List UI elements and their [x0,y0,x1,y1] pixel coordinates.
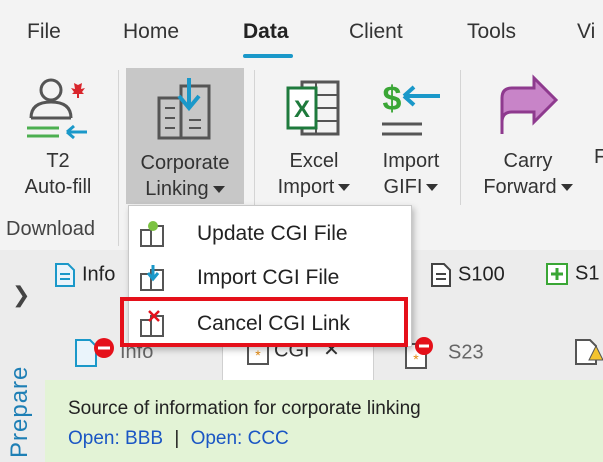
menu-data[interactable]: Data [243,20,289,44]
excel-import-line2: Import [277,176,335,198]
chevron-down-icon [560,184,573,192]
info-heading: Source of information for corporate link… [68,398,421,419]
corporate-linking-button[interactable]: Corporate Linking [126,68,244,204]
carry-forward-line1: Carry [503,150,553,172]
tab-s1-partial[interactable]: S1 [545,262,599,286]
excel-import-line1: Excel [289,150,339,172]
carry-forward-line2: Forward [483,176,557,198]
add-document-icon [546,263,568,285]
document-warning-icon [575,339,603,365]
menu-home[interactable]: Home [123,20,179,44]
menu-file[interactable]: File [27,20,61,44]
import-cgi-icon [140,265,164,291]
document-icon [55,263,75,287]
svg-text:$: $ [383,80,402,118]
corporate-linking-line2: Linking [145,178,209,200]
tab-info-top-label: Info [82,263,116,286]
chevron-down-icon [338,184,351,192]
import-gifi-button[interactable]: $ Import GIFI [366,66,456,206]
menu-item-label: Update CGI File [197,222,348,245]
tab-s100[interactable]: S100 [430,262,505,288]
menu-item-label: Import CGI File [197,266,340,289]
open-ccc-link[interactable]: Open: CCC [191,428,289,449]
document-error-icon [75,338,114,367]
carry-forward-button[interactable]: Carry Forward [470,66,586,206]
highlight-box [120,297,408,347]
tab-s100-label: S100 [458,263,505,286]
corporate-linking-icon [157,78,211,140]
import-gifi-line2: GIFI [383,176,423,198]
excel-import-button[interactable]: X Excel Import [262,66,366,206]
t2-autofill-line1: T2 [46,150,70,172]
chevron-down-icon [426,184,439,192]
ribbon-separator [118,70,119,246]
menu-client[interactable]: Client [349,20,403,44]
svg-text:*: * [413,351,419,367]
chevron-right-icon[interactable]: ❯ [12,282,30,308]
link-separator: | [174,428,180,449]
open-bbb-link[interactable]: Open: BBB [68,428,163,449]
t2-autofill-line2: Auto-fill [24,176,92,198]
tab-s1-label: S1 [575,262,600,285]
prepare-tab[interactable]: Prepare [6,366,34,458]
active-menu-indicator [243,54,293,58]
menu-tools[interactable]: Tools [467,20,516,44]
chevron-down-icon [212,186,225,194]
update-cgi-icon [140,221,164,247]
carry-forward-icon [500,74,559,134]
t2-autofill-icon [27,78,87,140]
next-ribbon-button-partial[interactable]: F [594,146,603,176]
menu-bar: File Home Data Client Tools Vi [0,0,603,62]
tab-s23[interactable]: * S23 [402,336,484,370]
tab-s23-label: S23 [448,341,484,364]
group-label-download: Download [6,218,95,240]
menu-view[interactable]: Vi [577,20,595,44]
ribbon-separator [254,70,255,205]
menu-item-update-cgi-file[interactable]: Update CGI File [129,212,411,256]
info-links: Open: BBB | Open: CCC [68,428,289,450]
t2-autofill-button[interactable]: T2 Auto-fill [0,66,116,206]
tab-partial-warning[interactable] [574,336,603,372]
svg-text:*: * [255,347,261,363]
import-gifi-line1: Import [382,150,440,172]
svg-text:X: X [294,96,310,123]
corporate-linking-line1: Corporate [140,152,230,174]
tab-info-top[interactable]: Info [54,262,115,288]
document-icon [431,263,451,287]
menu-item-import-cgi-file[interactable]: Import CGI File [129,256,411,300]
import-gifi-icon: $ [382,80,440,136]
ribbon-separator [460,70,461,205]
excel-icon: X [286,80,340,136]
